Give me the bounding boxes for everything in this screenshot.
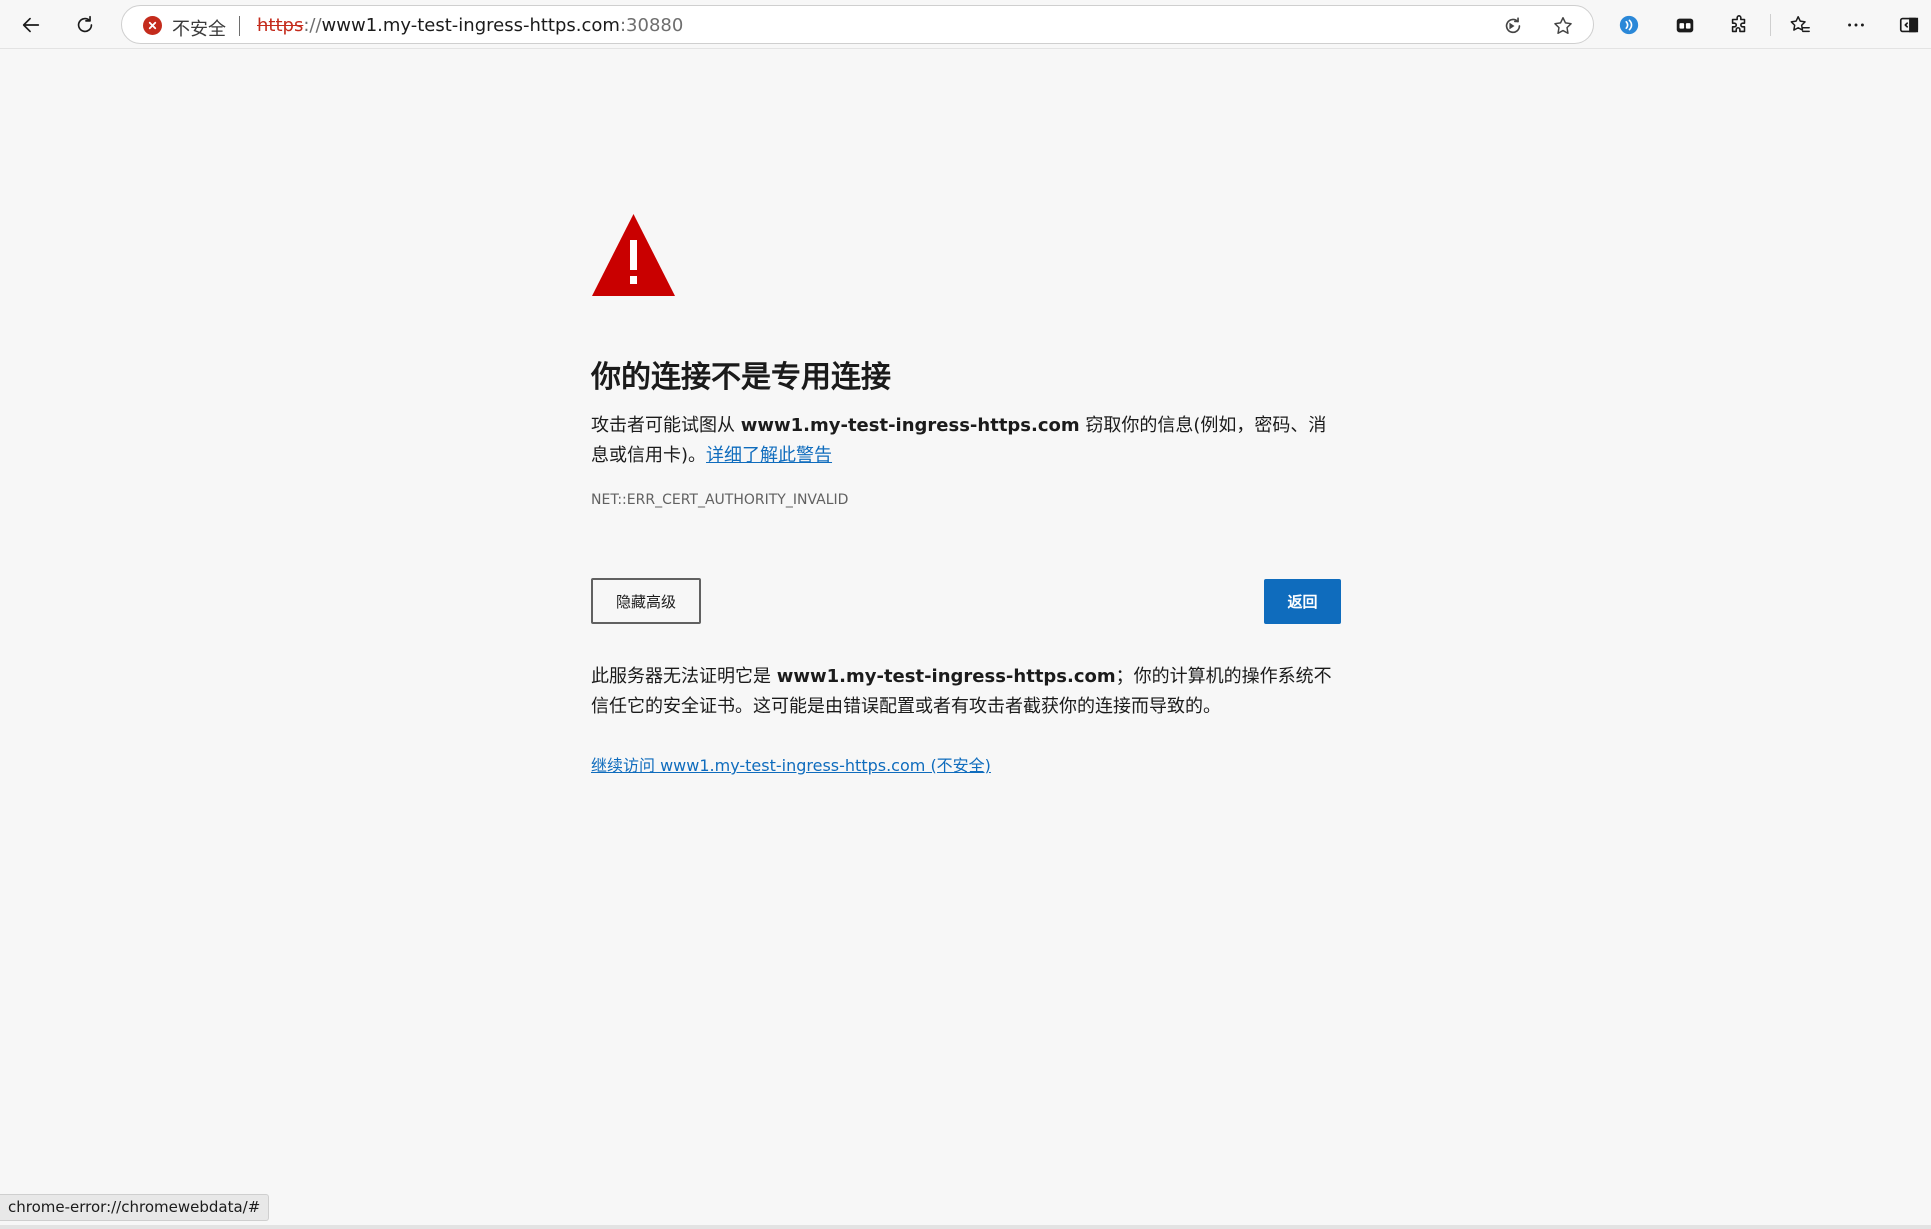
more-icon (1848, 23, 1864, 27)
not-secure-icon[interactable] (143, 16, 162, 35)
address-bar[interactable]: 不安全 https://www1.my-test-ingress-https.c… (121, 5, 1594, 44)
learn-more-link[interactable]: 详细了解此警告 (706, 445, 832, 466)
split-screen-button[interactable] (1891, 7, 1927, 43)
favorites-icon (1790, 16, 1810, 33)
copilot-icon (1619, 15, 1639, 35)
advanced-prefix: 此服务器无法证明它是 (591, 666, 777, 687)
url-port: :30880 (619, 15, 684, 36)
address-divider (239, 16, 240, 36)
url-scheme-separator: :// (303, 15, 322, 36)
security-status-label[interactable]: 不安全 (172, 15, 226, 41)
toolbar-divider (1770, 14, 1771, 36)
favorites-star-icon (1554, 17, 1572, 34)
description-host: www1.my-test-ingress-https.com (740, 415, 1080, 436)
browser-toolbar: 不安全 https://www1.my-test-ingress-https.c… (0, 0, 1931, 49)
back-arrow-icon (22, 17, 40, 33)
read-aloud-icon (1505, 17, 1521, 34)
warning-icon (592, 214, 675, 296)
error-description: 攻击者可能试图从 www1.my-test-ingress-https.com … (591, 411, 1341, 471)
split-screen-icon (1899, 17, 1919, 33)
add-favorite-button[interactable] (1549, 12, 1577, 40)
refresh-button[interactable] (67, 7, 103, 43)
read-aloud-button[interactable] (1499, 12, 1527, 40)
window-bottom-edge (0, 1225, 1931, 1229)
url-host: www1.my-test-ingress-https.com (321, 15, 620, 36)
back-to-safety-button[interactable]: 返回 (1264, 579, 1341, 624)
advanced-details: 此服务器无法证明它是 www1.my-test-ingress-https.co… (591, 662, 1341, 722)
extensions-button[interactable] (1721, 7, 1757, 43)
workspaces-icon (1676, 18, 1694, 33)
refresh-icon (77, 15, 93, 33)
url-text[interactable]: https://www1.my-test-ingress-https.com:3… (257, 15, 683, 36)
proceed-unsafe-link[interactable]: 继续访问 www1.my-test-ingress-https.com (不安全… (591, 752, 991, 776)
settings-and-more-button[interactable] (1838, 7, 1874, 43)
error-code: NET::ERR_CERT_AUTHORITY_INVALID (591, 492, 849, 508)
favorites-button[interactable] (1782, 7, 1818, 43)
status-bubble: chrome-error://chromewebdata/# (0, 1194, 270, 1221)
advanced-host: www1.my-test-ingress-https.com (776, 666, 1116, 687)
description-prefix: 攻击者可能试图从 (591, 415, 741, 436)
page-title: 你的连接不是专用连接 (591, 360, 891, 395)
copilot-button[interactable] (1611, 7, 1647, 43)
back-button[interactable] (13, 7, 49, 43)
url-scheme: https (257, 15, 304, 36)
hide-advanced-button[interactable]: 隐藏高级 (591, 578, 701, 624)
extensions-icon (1731, 15, 1746, 33)
workspaces-button[interactable] (1667, 7, 1703, 43)
